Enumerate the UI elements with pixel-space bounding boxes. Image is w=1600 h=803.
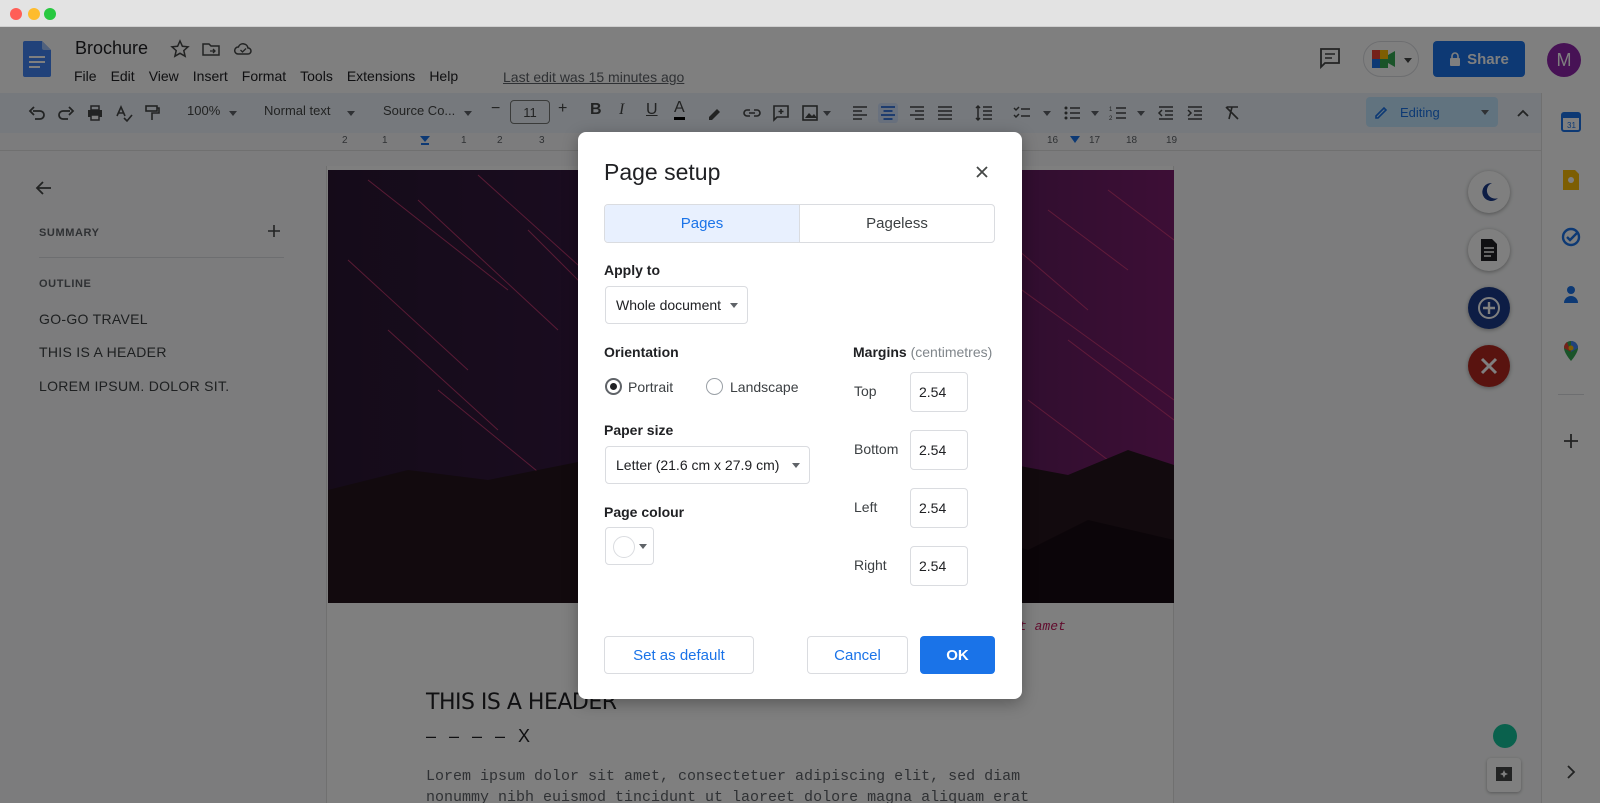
orientation-label: Orientation <box>604 344 679 360</box>
apply-to-value: Whole document <box>616 297 722 313</box>
bottom-margin-label: Bottom <box>854 441 899 457</box>
chevron-down-icon <box>639 544 647 549</box>
paper-size-select[interactable]: Letter (21.6 cm x 27.9 cm) <box>605 446 810 484</box>
landscape-radio[interactable] <box>706 378 723 395</box>
right-margin-input[interactable] <box>910 546 968 586</box>
chevron-down-icon <box>792 463 800 468</box>
right-margin-label: Right <box>854 557 887 573</box>
portrait-radio[interactable] <box>605 378 622 395</box>
window-titlebar <box>0 0 1600 27</box>
bottom-margin-input[interactable] <box>910 430 968 470</box>
apply-to-select[interactable]: Whole document <box>605 286 748 324</box>
landscape-label[interactable]: Landscape <box>730 379 799 395</box>
margins-title: Margins <box>853 344 907 360</box>
margins-label: Margins (centimetres) <box>853 344 992 360</box>
top-margin-label: Top <box>854 383 877 399</box>
page-colour-label: Page colour <box>604 504 685 520</box>
paper-size-value: Letter (21.6 cm x 27.9 cm) <box>616 457 780 473</box>
dialog-title: Page setup <box>604 159 721 185</box>
page-colour-picker[interactable] <box>605 527 654 565</box>
apply-to-label: Apply to <box>604 262 660 278</box>
portrait-label[interactable]: Portrait <box>628 379 673 395</box>
colour-swatch <box>613 536 635 558</box>
layout-tabs: Pages Pageless <box>604 204 995 243</box>
cancel-button[interactable]: Cancel <box>807 636 908 674</box>
minimize-window-button[interactable] <box>28 8 40 20</box>
page-setup-dialog: Page setup Pages Pageless Apply to Whole… <box>578 132 1022 699</box>
ok-button[interactable]: OK <box>920 636 995 674</box>
set-as-default-button[interactable]: Set as default <box>604 636 754 674</box>
margins-unit: (centimetres) <box>910 344 993 360</box>
left-margin-input[interactable] <box>910 488 968 528</box>
top-margin-input[interactable] <box>910 372 968 412</box>
tab-pageless[interactable]: Pageless <box>800 205 994 242</box>
tab-pages[interactable]: Pages <box>605 205 800 242</box>
chevron-down-icon <box>730 303 738 308</box>
maximize-window-button[interactable] <box>44 8 56 20</box>
left-margin-label: Left <box>854 499 878 515</box>
paper-size-label: Paper size <box>604 422 674 438</box>
close-icon[interactable] <box>970 160 994 184</box>
close-window-button[interactable] <box>10 8 22 20</box>
